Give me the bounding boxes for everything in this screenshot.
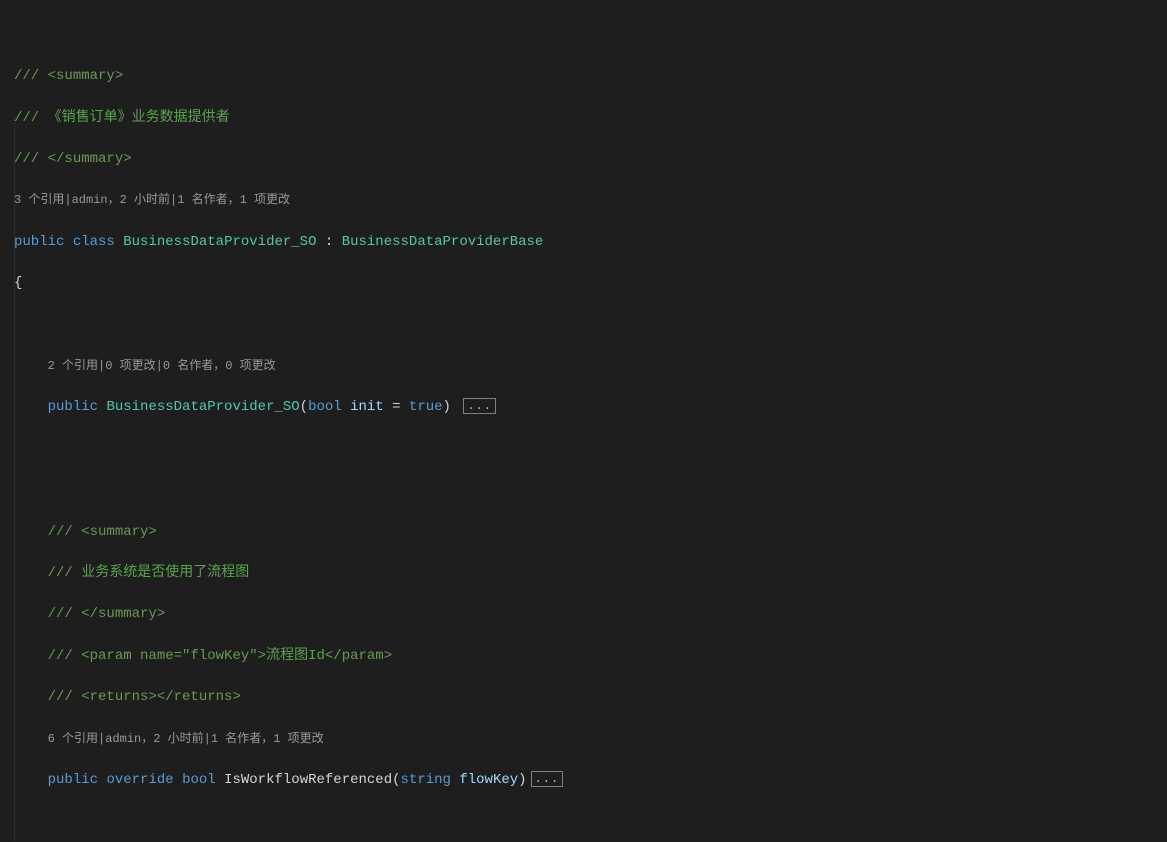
doc-comment-line: /// <returns></returns> — [14, 687, 1167, 708]
doc-comment-line: /// <summary> — [14, 66, 1167, 87]
codelens[interactable]: 2 个引用|0 项更改|0 名作者，0 项更改 — [14, 356, 1167, 377]
class-decl: public class BusinessDataProvider_SO : B… — [14, 232, 1167, 253]
method-decl: public override bool IsWorkflowReference… — [14, 770, 1167, 791]
doc-comment-line: /// <param name="flowKey">流程图Id</param> — [14, 646, 1167, 667]
fold-icon[interactable]: ... — [531, 771, 564, 787]
codelens[interactable]: 3 个引用|admin，2 小时前|1 名作者，1 项更改 — [14, 190, 1167, 211]
doc-comment-line: /// 《销售订单》业务数据提供者 — [14, 108, 1167, 129]
doc-comment-line: /// <summary> — [14, 522, 1167, 543]
doc-comment-line: /// </summary> — [14, 604, 1167, 625]
doc-comment-line: /// </summary> — [14, 149, 1167, 170]
code-editor[interactable]: /// <summary> /// 《销售订单》业务数据提供者 /// </su… — [0, 0, 1167, 842]
ctor-decl: public BusinessDataProvider_SO(bool init… — [14, 397, 1167, 418]
fold-icon[interactable]: ... — [463, 398, 496, 414]
brace-open: { — [14, 273, 1167, 294]
codelens[interactable]: 6 个引用|admin，2 小时前|1 名作者，1 项更改 — [14, 729, 1167, 750]
doc-comment-line: /// 业务系统是否使用了流程图 — [14, 563, 1167, 584]
